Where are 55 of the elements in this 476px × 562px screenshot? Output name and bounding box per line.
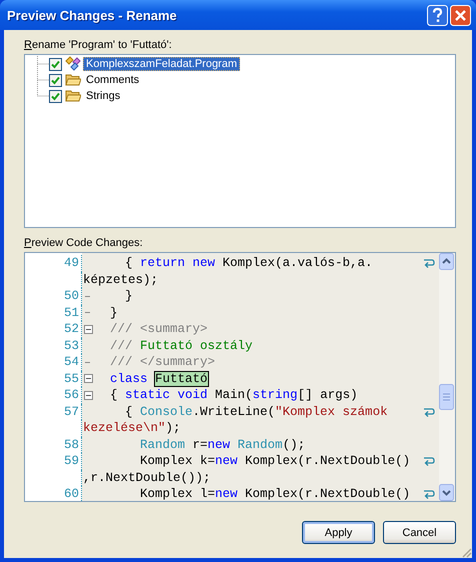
word-wrap-icon <box>423 406 435 416</box>
help-icon[interactable] <box>427 4 448 26</box>
line-number: 56 <box>25 387 82 404</box>
tree-item[interactable]: KomplexszamFeladat.Program <box>83 57 240 71</box>
collapse-icon[interactable] <box>84 374 93 384</box>
code-line: Random r=new Random(); <box>139 438 306 452</box>
line-number: 58 <box>25 436 82 453</box>
dialog-button[interactable]: Cancel <box>383 521 456 544</box>
dialog-button[interactable]: Apply <box>302 521 375 544</box>
code-line: { static void Main(string[] args) <box>109 388 358 402</box>
line-number: 52 <box>25 321 82 338</box>
tree-item[interactable]: Strings <box>83 89 124 103</box>
scroll-down-icon[interactable] <box>439 484 454 501</box>
rename-label: Rename 'Program' to 'Futtató': <box>24 39 173 51</box>
line-number: 54 <box>25 354 82 370</box>
line-number: 59 <box>25 453 82 470</box>
code-line: /// Futtató osztály <box>109 338 253 353</box>
code-line: /// </summary> <box>109 355 216 370</box>
code-line: } <box>109 306 118 320</box>
class-icon <box>65 56 81 72</box>
code-line: kezelése\n"); <box>83 421 181 436</box>
code-line: /// <summary> <box>109 322 208 336</box>
word-wrap-icon <box>423 258 435 268</box>
code-line: képzetes); <box>83 272 158 287</box>
preview-label: Preview Code Changes: <box>24 237 144 249</box>
scrollbar[interactable] <box>439 253 455 501</box>
tree-line-icon <box>36 56 49 72</box>
close-icon[interactable] <box>450 4 471 26</box>
folder-icon <box>65 72 81 88</box>
line-number: 53 <box>25 338 82 354</box>
resize-grip-icon[interactable] <box>460 546 472 558</box>
folder-icon <box>65 88 81 104</box>
code-line: { Console.WriteLine("Komplex számok <box>124 404 388 419</box>
window-title: Preview Changes - Rename <box>7 8 178 22</box>
scroll-thumb-icon[interactable] <box>439 384 454 410</box>
code-line: { return new Komplex(a.valós-b,a. <box>124 256 373 270</box>
code-line: Komplex l=new Komplex(r.NextDouble() <box>139 487 410 501</box>
code-line: ,r.NextDouble()); <box>83 470 211 485</box>
word-wrap-icon <box>423 456 435 466</box>
checkbox[interactable] <box>49 74 62 86</box>
code-line: class Futtató <box>109 372 208 386</box>
checkbox[interactable] <box>49 58 62 70</box>
tree-item[interactable]: Comments <box>83 73 142 87</box>
code-line: Komplex k=new Komplex(r.NextDouble() <box>139 454 410 468</box>
collapse-icon[interactable] <box>84 390 93 400</box>
checkbox[interactable] <box>49 90 62 102</box>
line-number: 55 <box>25 370 82 387</box>
line-number: 49 <box>25 255 82 272</box>
collapse-icon[interactable] <box>84 324 93 334</box>
line-number: 60 <box>25 486 82 501</box>
code-line: } <box>124 289 133 304</box>
line-number: 50 <box>25 288 82 304</box>
line-number: 57 <box>25 404 82 420</box>
line-number: 51 <box>25 304 82 321</box>
scroll-up-icon[interactable] <box>439 253 454 270</box>
